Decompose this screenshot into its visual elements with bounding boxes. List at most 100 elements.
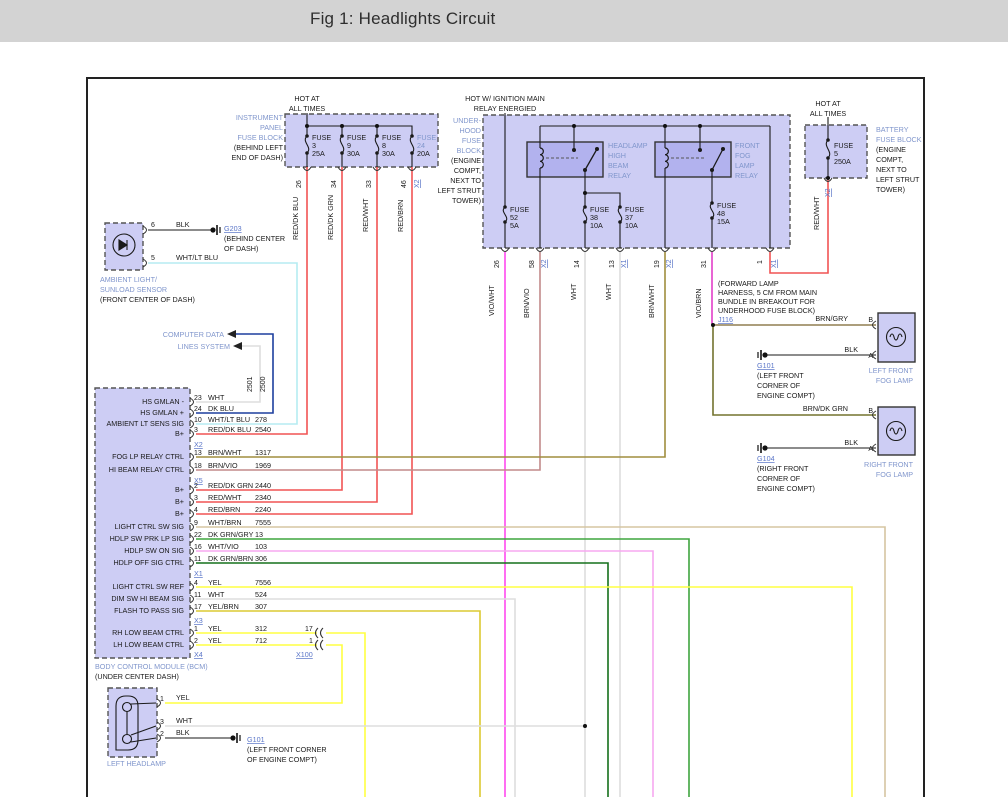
label: 34 [331,180,338,188]
label: WHT [176,716,193,725]
label: 2540 [255,425,271,434]
wire-yel-7556 [196,586,853,797]
label: 1317 [255,448,271,457]
label: BLK [844,345,858,354]
label: 58 [529,260,536,268]
label: (FRONT CENTER OF DASH) [100,295,195,304]
wire-data-wht-2501 [196,345,261,403]
label: 26 [494,260,501,268]
label: DK GRN/GRY [208,530,254,539]
label: WHT [208,590,225,599]
label: 2 [194,483,198,490]
label: 10A [590,221,603,230]
label: LEFT FRONT [869,366,914,375]
fuse-terminal [503,205,507,209]
connector-arc [319,639,324,651]
fuse-terminal [618,220,622,224]
label: CORNER OF [757,474,801,483]
label: HDLP OFF SIG CTRL [113,558,184,567]
label: 2340 [255,493,271,502]
label: END OF DASH) [231,153,283,162]
label: 13 [255,530,263,539]
label: BRN/VIO [522,288,531,318]
label: 7555 [255,518,271,527]
junction-dot [711,323,715,327]
label: 9 [194,520,198,527]
label: 13 [609,260,616,268]
relay-switch-contact [721,147,725,151]
front-fog-lamp-relay [654,141,732,178]
label: HS GMLAN + [140,408,184,417]
label: 2501 [247,376,254,392]
label: 103 [255,542,267,551]
label: X2 [541,259,548,268]
label: SUNLOAD SENSOR [100,285,167,294]
label: (BEHIND CENTER [224,234,285,243]
wire-red-dk-grn [196,167,343,491]
label: (UNDER CENTER DASH) [95,672,179,681]
label: BRN/DK GRN [803,404,848,413]
label: FOG LAMP [876,376,913,385]
splice-dot [210,227,216,233]
label: 10A [625,221,638,230]
fuse-terminal [340,151,344,155]
label: 2240 [255,505,271,514]
left-front-fog-lamp [877,312,916,363]
label: HOT AT [294,94,320,103]
label: 2 [160,731,164,738]
label: 5A [510,221,519,230]
label: DK BLU [208,404,234,413]
label: 31 [701,260,708,268]
label: DK GRN/BRN [208,554,253,563]
label: 2500 [260,376,267,392]
label: HOOD [459,126,481,135]
label: FUSE [462,136,481,145]
label: WHT/LT BLU [176,253,218,262]
label: WHT [208,393,225,402]
label: (RIGHT FRONT [757,464,809,473]
label: BLK [176,728,190,737]
label: OF DASH) [224,244,258,253]
label: TOWER) [876,185,905,194]
label: X4 [194,650,203,659]
label: LEFT HEADLAMP [107,759,166,768]
label: RED/BRN [208,505,240,514]
data-line-arrow [233,342,242,350]
label: RELAY ENERGIED [474,104,536,113]
label: G101 [757,361,775,370]
label: G203 [224,224,242,233]
relay-switch-contact [583,168,587,172]
label: WHT/BRN [208,518,242,527]
fuse-terminal [410,134,414,138]
label: 13 [194,450,202,457]
label: 3 [194,495,198,502]
label: 3 [194,427,198,434]
wire-yel-312-b [326,632,366,797]
relay-switch-contact [595,147,599,151]
label: ALL TIMES [810,109,847,118]
label: 25A [312,149,325,158]
label: B [868,408,873,415]
label: X2 [825,188,832,197]
right-front-fog-lamp [877,406,916,456]
label: 1 [309,638,313,645]
label: 14 [574,260,581,268]
label: B+ [175,497,184,506]
screenshot-root: Fig 1: Headlights Circuit HOT AT ALL TIME… [0,0,1008,797]
label: (FORWARD LAMP [718,279,779,288]
label: RELAY [735,171,758,180]
label: FUSE BLOCK [237,133,283,142]
label: RED/BRN [396,200,405,232]
label: HOT AT [815,99,841,108]
label: X100 [296,650,313,659]
label: 7556 [255,578,271,587]
label: RED/WHT [361,198,370,232]
label: NEXT TO [450,176,481,185]
label: B+ [175,509,184,518]
label: LEFT STRUT [438,186,482,195]
splice-dot [230,735,236,741]
label: B+ [175,485,184,494]
fuse-terminal [826,156,830,160]
fuse-terminal [618,205,622,209]
fuse-terminal [375,134,379,138]
